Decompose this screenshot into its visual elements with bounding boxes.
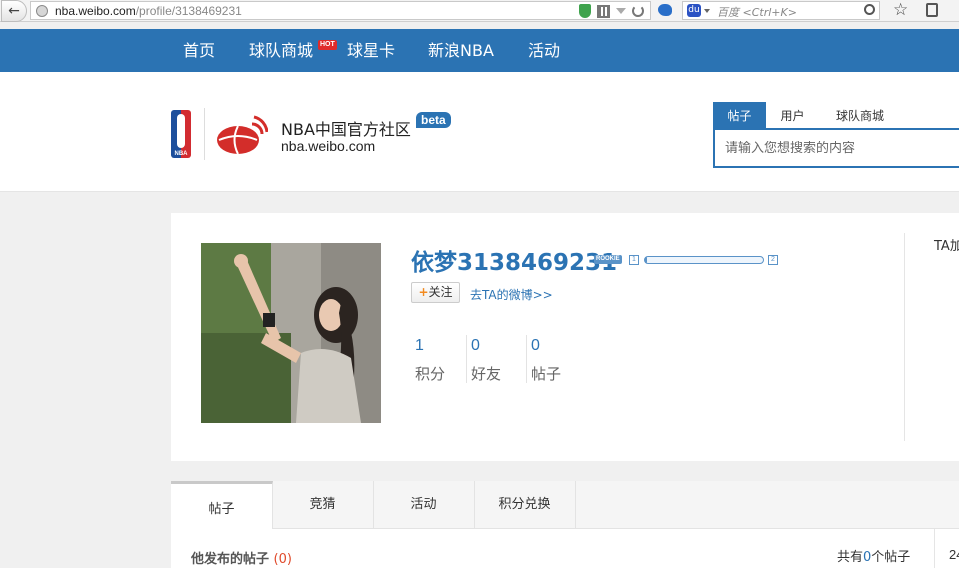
site-header: NBA NBA中国官方社区 beta nba.weibo.com 帖子 用户 球… [0, 72, 959, 192]
search-tab-users[interactable]: 用户 [766, 102, 819, 128]
nav-item-team-store[interactable]: 球队商城 [249, 29, 313, 72]
weibo-link[interactable]: 去TA的微博>> [470, 286, 553, 303]
hot-badge: HOT [318, 40, 337, 50]
qr-code-icon[interactable] [597, 4, 610, 18]
level-progress-fill [645, 257, 648, 263]
posts-list-header: 他发布的帖子 (0) 共有0个帖子 24 [171, 529, 959, 568]
star-icon[interactable]: ☆ [893, 0, 908, 20]
browser-toolbar: ← nba.weibo.com/profile/3138469231 du 百度… [0, 0, 959, 22]
stat-friends[interactable]: 0 好友 [466, 335, 526, 383]
shield-icon[interactable] [579, 4, 591, 18]
side-number: 24 [949, 547, 959, 562]
search-tab-store[interactable]: 球队商城 [823, 102, 897, 128]
search-tab-posts[interactable]: 帖子 [713, 102, 766, 128]
url-domain: nba.weibo.com [55, 4, 136, 18]
content-tabs: 帖子 竞猜 活动 积分兑换 [171, 481, 959, 530]
browser-search-box[interactable]: du 百度 <Ctrl+K> [682, 1, 880, 20]
site-search-input[interactable] [725, 141, 955, 156]
level-progress-bar [644, 256, 764, 264]
nba-logo[interactable]: NBA [171, 110, 191, 158]
site-domain: nba.weibo.com [281, 138, 376, 154]
dropdown-icon[interactable] [616, 8, 626, 14]
posts-total: 共有0个帖子 [837, 546, 910, 565]
rookie-badge: ROOKIE [594, 255, 622, 264]
globe-icon [36, 5, 48, 17]
side-divider [934, 529, 935, 568]
reload-icon[interactable] [632, 5, 644, 17]
nav-item-home[interactable]: 首页 [183, 29, 215, 72]
tab-posts[interactable]: 帖子 [171, 481, 273, 530]
level-next-icon: 2 [768, 255, 778, 265]
logo-text: NBA [174, 151, 188, 157]
stat-points[interactable]: 1 积分 [411, 335, 471, 383]
search-tabs: 帖子 用户 球队商城 [713, 102, 959, 128]
engine-dropdown-icon[interactable] [704, 9, 710, 13]
back-arrow-icon[interactable]: ← [1, 0, 27, 22]
posts-title-text: 他发布的帖子 [191, 552, 270, 567]
posts-count: (0) [273, 552, 292, 567]
avatar[interactable] [201, 243, 381, 423]
card-divider [904, 233, 905, 441]
stat-points-label: 积分 [415, 365, 446, 383]
url-text: nba.weibo.com/profile/3138469231 [55, 4, 242, 18]
posts-title: 他发布的帖子 (0) [191, 548, 292, 567]
bird-icon[interactable] [658, 4, 672, 16]
plus-icon: + [418, 285, 429, 299]
posts-total-prefix: 共有 [837, 550, 864, 565]
posts-total-suffix: 个帖子 [871, 550, 911, 565]
site-name: NBA中国官方社区 [281, 120, 411, 139]
tab-points-exchange[interactable]: 积分兑换 [474, 481, 576, 529]
level-current-icon: 1 [629, 255, 639, 265]
weibo-basketball-logo[interactable] [216, 114, 268, 156]
profile-card: 依梦3138469231 ROOKIE 1 2 +关注 去TA的微博>> 1 积… [171, 213, 959, 461]
side-panel-title: TA加 [934, 239, 959, 254]
beta-badge: beta [416, 112, 451, 128]
logo-silhouette [177, 114, 185, 148]
follow-button[interactable]: +关注 [411, 282, 460, 303]
follow-label: 关注 [428, 285, 453, 299]
stat-posts-value: 0 [531, 337, 540, 354]
address-bar-icons [579, 3, 644, 19]
tab-guess[interactable]: 竞猜 [272, 481, 374, 529]
nav-item-events[interactable]: 活动 [528, 29, 560, 72]
baidu-paw-icon[interactable]: du [687, 4, 701, 17]
stat-posts[interactable]: 0 帖子 [526, 335, 586, 383]
site-search-box [713, 128, 959, 168]
stat-posts-label: 帖子 [531, 365, 562, 383]
stat-friends-label: 好友 [471, 365, 502, 383]
search-icon[interactable] [864, 4, 875, 15]
url-path: /profile/3138469231 [135, 4, 242, 18]
stat-friends-value: 0 [471, 337, 480, 354]
address-bar[interactable]: nba.weibo.com/profile/3138469231 [30, 1, 651, 20]
username: 依梦3138469231 [411, 250, 618, 276]
nav-item-star-card[interactable]: 球星卡 [347, 29, 395, 72]
clipboard-icon[interactable] [926, 3, 938, 17]
stat-points-value: 1 [415, 337, 424, 354]
nav-item-sina-nba[interactable]: 新浪NBA [428, 29, 494, 72]
browser-search-placeholder: 百度 <Ctrl+K> [717, 6, 797, 19]
logo-divider [204, 108, 205, 160]
tab-events[interactable]: 活动 [373, 481, 475, 529]
site-nav: 首页 球队商城 HOT 球星卡 新浪NBA 活动 [0, 29, 959, 72]
